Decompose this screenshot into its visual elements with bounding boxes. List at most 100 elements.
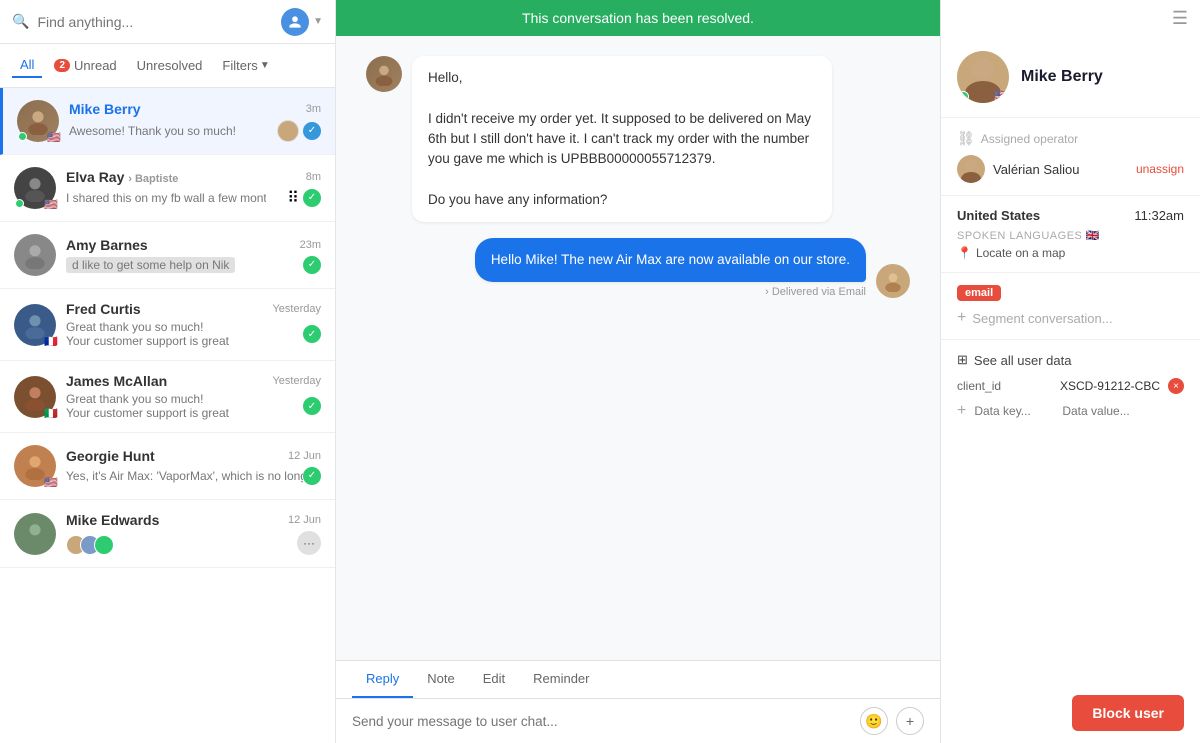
conv-name: James McAllan bbox=[66, 373, 167, 389]
conv-content: James McAllan Yesterday Great thank you … bbox=[66, 373, 321, 420]
location-row: United States 11:32am bbox=[957, 208, 1184, 223]
conv-time: 3m bbox=[306, 103, 321, 115]
conv-item-elva-ray[interactable]: 🇺🇸 Elva Ray › Baptiste 8m I shared this … bbox=[0, 155, 335, 222]
conv-item-amy-barnes[interactable]: Amy Barnes 23m d like to get some help o… bbox=[0, 222, 335, 289]
conv-item-fred-curtis[interactable]: 🇫🇷 Fred Curtis Yesterday Great thank you… bbox=[0, 289, 335, 361]
avatar bbox=[14, 513, 56, 555]
reply-icons: 🙂 + bbox=[860, 707, 924, 735]
conv-content: Elva Ray › Baptiste 8m I shared this on … bbox=[66, 169, 321, 208]
conv-preview: d like to get some help on Nik bbox=[66, 257, 235, 273]
conv-header: Mike Edwards 12 Jun bbox=[66, 512, 321, 528]
emoji-button[interactable]: 🙂 bbox=[860, 707, 888, 735]
segment-placeholder: Segment conversation... bbox=[972, 311, 1112, 326]
conv-item-mike-edwards[interactable]: Mike Edwards 12 Jun ··· bbox=[0, 500, 335, 568]
tab-all[interactable]: All bbox=[12, 53, 42, 78]
sidebar: 🔍 ▼ All 2 Unread Unresolved Filters ▼ bbox=[0, 0, 336, 743]
conv-name: Fred Curtis bbox=[66, 301, 141, 317]
conv-header: Georgie Hunt 12 Jun bbox=[66, 448, 321, 464]
filter-tabs: All 2 Unread Unresolved Filters ▼ bbox=[0, 44, 335, 88]
locate-on-map-link[interactable]: 📍 Locate on a map bbox=[957, 246, 1184, 260]
add-plus-icon: + bbox=[957, 402, 966, 420]
tab-filters[interactable]: Filters ▼ bbox=[214, 54, 277, 77]
more-options-button[interactable]: ··· bbox=[297, 531, 321, 555]
data-value-input[interactable] bbox=[1062, 404, 1200, 418]
tab-reminder[interactable]: Reminder bbox=[519, 661, 603, 698]
conv-content: Fred Curtis Yesterday Great thank you so… bbox=[66, 301, 321, 348]
tags-section: email + Segment conversation... bbox=[941, 273, 1200, 340]
search-input[interactable] bbox=[37, 14, 273, 30]
user-icon[interactable] bbox=[281, 8, 309, 36]
avatar-wrap: 🇫🇷 bbox=[14, 304, 56, 346]
conv-time: 8m bbox=[306, 171, 321, 183]
conv-content: Georgie Hunt 12 Jun Yes, it's Air Max: '… bbox=[66, 448, 321, 485]
conv-preview: Great thank you so much!Your customer su… bbox=[66, 392, 229, 420]
conv-content: Mike Edwards 12 Jun ··· bbox=[66, 512, 321, 555]
check-icon: ✓ bbox=[303, 189, 321, 207]
data-value: XSCD-91212-CBC bbox=[1060, 379, 1160, 393]
link-icon: ⛓ bbox=[957, 130, 975, 147]
flag-icon: 🇮🇹 bbox=[44, 407, 58, 420]
conv-item-james-mcallan[interactable]: 🇮🇹 James McAllan Yesterday Great thank y… bbox=[0, 361, 335, 433]
tag-email[interactable]: email bbox=[957, 285, 1001, 301]
avatar bbox=[14, 234, 56, 276]
conv-item-georgie-hunt[interactable]: 🇺🇸 Georgie Hunt 12 Jun Yes, it's Air Max… bbox=[0, 433, 335, 500]
user-caret-icon: ▼ bbox=[313, 16, 323, 27]
profile-name: Mike Berry bbox=[1021, 68, 1103, 86]
conversation-list: 🇺🇸 Mike Berry 3m Awesome! Thank you so m… bbox=[0, 88, 335, 743]
add-data-row: + bbox=[957, 402, 1184, 420]
attach-button[interactable]: + bbox=[896, 707, 924, 735]
assigned-avatar bbox=[957, 155, 985, 183]
block-user-button[interactable]: Block user bbox=[1072, 695, 1184, 731]
conv-preview: Yes, it's Air Max: 'VaporMax', which is … bbox=[66, 469, 303, 483]
conv-preview: I shared this on my fb wall a few months… bbox=[66, 191, 266, 205]
panel-menu-icon[interactable]: ☰ bbox=[1172, 8, 1188, 29]
check-icon: ✓ bbox=[303, 122, 321, 140]
conv-time: 12 Jun bbox=[288, 450, 321, 462]
data-key: client_id bbox=[957, 379, 1052, 393]
segment-input[interactable]: + Segment conversation... bbox=[957, 309, 1184, 327]
unassign-button[interactable]: unassign bbox=[1136, 162, 1184, 176]
tab-reply[interactable]: Reply bbox=[352, 661, 413, 698]
check-icon: ✓ bbox=[303, 256, 321, 274]
block-user-section: Block user bbox=[941, 683, 1200, 743]
message-bubble: Hello,I didn't receive my order yet. It … bbox=[412, 56, 832, 222]
data-key-input[interactable] bbox=[974, 404, 1054, 418]
tab-unread[interactable]: 2 Unread bbox=[46, 54, 124, 77]
tab-note[interactable]: Note bbox=[413, 661, 468, 698]
message-bubble-outgoing: Hello Mike! The new Air Max are now avai… bbox=[475, 238, 866, 282]
conv-item-bottom: ··· bbox=[66, 531, 321, 555]
section-header: ⛓ Assigned operator bbox=[957, 130, 1184, 147]
reply-input-row: 🙂 + bbox=[336, 699, 940, 743]
reply-input[interactable] bbox=[352, 714, 852, 729]
profile-header: 🇺🇸 Mike Berry bbox=[941, 37, 1200, 118]
conv-time: Yesterday bbox=[272, 375, 321, 387]
search-bar: 🔍 ▼ bbox=[0, 0, 335, 44]
conv-header: Amy Barnes 23m bbox=[66, 237, 321, 253]
assigned-section: ⛓ Assigned operator Valérian Saliou unas… bbox=[941, 118, 1200, 196]
tab-edit[interactable]: Edit bbox=[469, 661, 519, 698]
flag-icon: 🇺🇸 bbox=[44, 476, 58, 489]
conv-content: Amy Barnes 23m d like to get some help o… bbox=[66, 237, 321, 274]
data-row-client-id: client_id XSCD-91212-CBC × bbox=[957, 378, 1184, 394]
profile-avatar: 🇺🇸 bbox=[957, 51, 1009, 103]
conv-header: Mike Berry 3m bbox=[69, 101, 321, 117]
see-all-link[interactable]: ⊞ See all user data bbox=[957, 352, 1184, 368]
conv-item-mike-berry[interactable]: 🇺🇸 Mike Berry 3m Awesome! Thank you so m… bbox=[0, 88, 335, 155]
conv-name: Mike Berry bbox=[69, 101, 141, 117]
flag-icon: 🇺🇸 bbox=[994, 89, 1009, 103]
delete-data-button[interactable]: × bbox=[1168, 378, 1184, 394]
flag-icon: 🇺🇸 bbox=[47, 131, 61, 144]
conv-preview: Awesome! Thank you so much! bbox=[69, 124, 236, 138]
avatar-wrap: 🇮🇹 bbox=[14, 376, 56, 418]
check-icon: ✓ bbox=[303, 397, 321, 415]
conv-name: Elva Ray › Baptiste bbox=[66, 169, 178, 185]
delivered-label[interactable]: › Delivered via Email bbox=[765, 286, 866, 298]
online-indicator bbox=[958, 91, 969, 102]
message-avatar-operator bbox=[876, 264, 910, 298]
chat-main: This conversation has been resolved. Hel… bbox=[336, 0, 940, 743]
conv-item-bottom: I shared this on my fb wall a few months… bbox=[66, 188, 321, 208]
conv-time: 23m bbox=[300, 239, 321, 251]
spoken-lang-label: SPOKEN LANGUAGES 🇬🇧 bbox=[957, 229, 1184, 242]
check-icon: ✓ bbox=[303, 467, 321, 485]
tab-unresolved[interactable]: Unresolved bbox=[129, 54, 211, 77]
